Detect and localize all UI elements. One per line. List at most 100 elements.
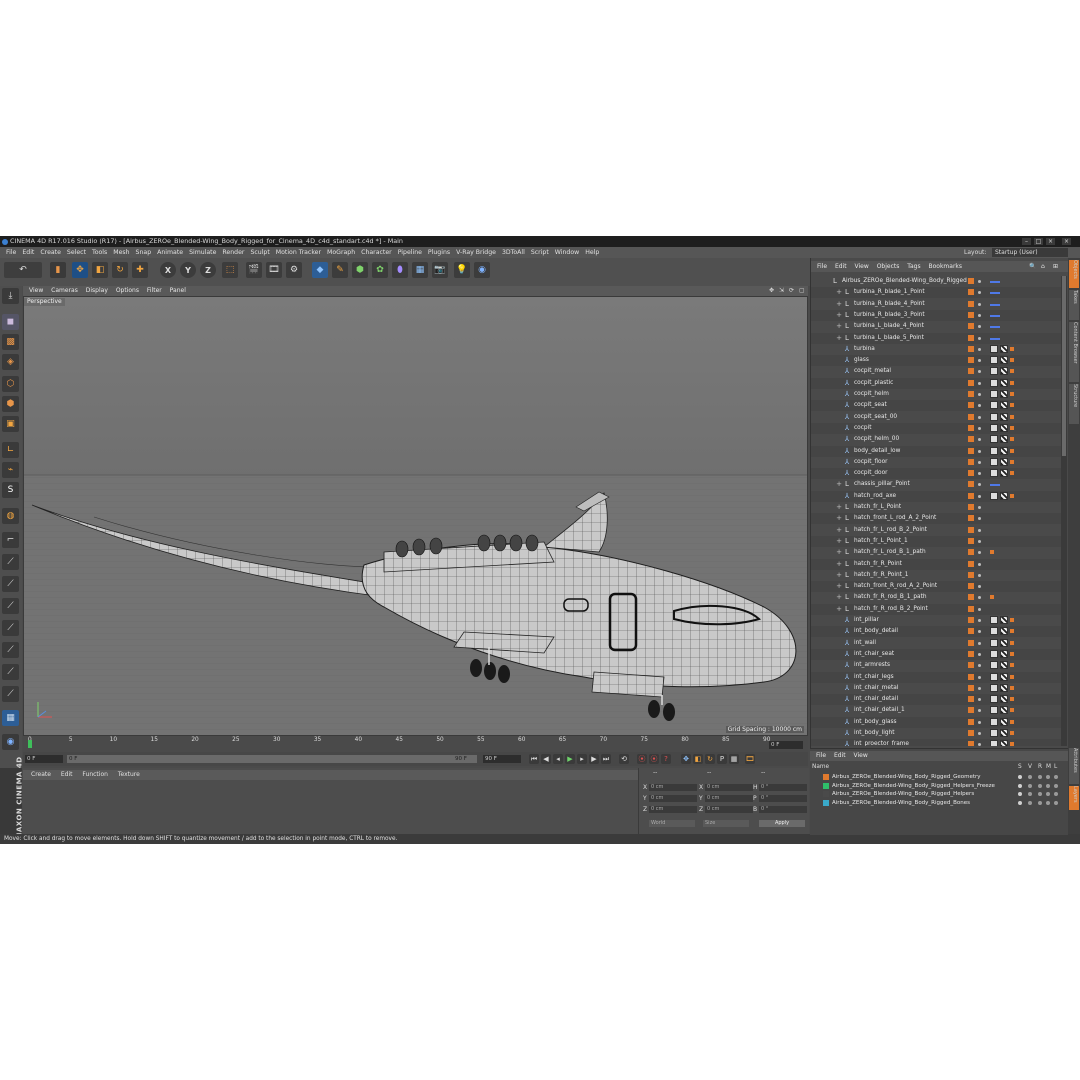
key-parameter-button[interactable]: P: [717, 754, 727, 764]
selection-tag-icon[interactable]: [1010, 719, 1014, 724]
layer-color-swatch[interactable]: [968, 537, 974, 544]
material-tag-icon[interactable]: [990, 616, 998, 624]
bevel-button[interactable]: ⟋: [2, 620, 19, 636]
layer-color-swatch[interactable]: [968, 741, 974, 746]
layer-color-swatch[interactable]: [968, 492, 974, 499]
rotate-tool-button[interactable]: ↻: [112, 262, 128, 278]
coordinate-system-button[interactable]: ⬚: [222, 262, 238, 278]
end-frame-field[interactable]: 90 F: [483, 755, 521, 763]
material-tag-icon[interactable]: [990, 469, 998, 478]
visibility-dot-icon[interactable]: [978, 698, 981, 702]
close-button[interactable]: ×: [1046, 238, 1055, 245]
visibility-dot-icon[interactable]: [978, 517, 981, 521]
position-y-field[interactable]: 0 cm: [649, 795, 697, 802]
render-view-button[interactable]: 🎬: [246, 262, 262, 278]
menu-tools[interactable]: Tools: [92, 249, 107, 256]
uvw-tag-icon[interactable]: [1000, 683, 1008, 692]
object-row[interactable]: + Lturbina_R_blade_3_Point: [811, 309, 1061, 321]
object-menu-objects[interactable]: Objects: [877, 263, 900, 270]
material-tag-icon[interactable]: [990, 706, 998, 715]
viewport-zoom-icon[interactable]: ⇲: [779, 286, 784, 296]
maximize-button[interactable]: □: [1034, 238, 1043, 245]
go-to-start-button[interactable]: ⏮: [529, 754, 539, 764]
object-row[interactable]: + Lhatch_fr_R_Point_1: [811, 570, 1061, 581]
layer-color-swatch[interactable]: [968, 583, 974, 590]
material-tag-icon[interactable]: [990, 627, 998, 636]
deformer-button[interactable]: ⬮: [392, 262, 408, 278]
max-frame-slider[interactable]: 90 F: [453, 755, 477, 763]
visibility-dot-icon[interactable]: [978, 630, 981, 634]
layer-toggle-icon[interactable]: [1046, 775, 1050, 779]
viewport-toggle-icon[interactable]: ▢: [799, 286, 805, 296]
expand-icon[interactable]: +: [835, 605, 843, 613]
minimize-button[interactable]: –: [1022, 238, 1031, 245]
constraint-tag-icon[interactable]: [990, 292, 1000, 295]
layer-color-swatch[interactable]: [968, 515, 974, 522]
constraint-tag-icon[interactable]: [990, 484, 1000, 487]
selection-tag-icon[interactable]: [1010, 380, 1014, 385]
layer-color-swatch[interactable]: [823, 799, 829, 806]
extrude-button[interactable]: ⟋: [2, 642, 19, 658]
apply-button[interactable]: Apply: [759, 820, 805, 827]
layer-color-swatch[interactable]: [968, 357, 974, 364]
expand-icon[interactable]: +: [835, 503, 843, 511]
selection-tag-icon[interactable]: [1010, 425, 1014, 430]
size-x-field[interactable]: 0 cm: [705, 784, 753, 791]
cloner-button[interactable]: ✿: [372, 262, 388, 278]
material-tag-icon[interactable]: [990, 401, 998, 410]
selection-tag-icon[interactable]: [1010, 346, 1014, 351]
selection-tag-icon[interactable]: [1010, 742, 1014, 746]
side-tab-takes[interactable]: Takes: [1069, 290, 1079, 320]
layer-color-swatch[interactable]: [968, 628, 974, 635]
knife-button[interactable]: ⟋: [2, 576, 19, 592]
camera-button[interactable]: 📷: [432, 262, 448, 278]
material-menu-function[interactable]: Function: [82, 771, 108, 778]
object-row[interactable]: ⅄ int_body_glass: [811, 716, 1061, 728]
viewport-menu-display[interactable]: Display: [86, 287, 108, 294]
menu-3dtoall[interactable]: 3DToAll: [502, 249, 525, 256]
visibility-dot-icon[interactable]: [978, 720, 981, 724]
visibility-dot-icon[interactable]: [978, 449, 981, 453]
constraint-tag-icon[interactable]: [990, 314, 1000, 317]
min-frame-slider[interactable]: 0 F: [67, 755, 477, 763]
layer-color-swatch[interactable]: [968, 424, 974, 431]
polygons-mode-button[interactable]: ▣: [2, 416, 19, 432]
selection-tag-icon[interactable]: [1010, 493, 1014, 498]
keyframe-selection-button[interactable]: ?: [661, 754, 671, 764]
selection-tag-icon[interactable]: [1010, 651, 1014, 656]
material-tag-icon[interactable]: [990, 649, 998, 658]
grid-floor-button[interactable]: ▦: [2, 710, 19, 726]
cube-primitive-button[interactable]: ◆: [312, 262, 328, 278]
subdivision-surface-button[interactable]: ⬢: [352, 262, 368, 278]
material-tag-icon[interactable]: [990, 729, 998, 737]
object-row[interactable]: ⅄ int_chair_seat: [811, 648, 1061, 660]
next-key-button[interactable]: ▶: [589, 754, 599, 764]
menu-snap[interactable]: Snap: [136, 249, 152, 256]
expand-icon[interactable]: +: [835, 593, 843, 601]
position-x-field[interactable]: 0 cm: [649, 784, 697, 791]
visibility-dot-icon[interactable]: [978, 562, 981, 566]
layer-color-swatch[interactable]: [968, 436, 974, 443]
object-row[interactable]: ⅄ int_proector_frame: [811, 739, 1061, 746]
material-tag-icon[interactable]: [990, 412, 998, 421]
previous-key-button[interactable]: ◀: [541, 754, 551, 764]
selection-tag-icon[interactable]: [1010, 403, 1014, 408]
y-axis-button[interactable]: Y: [180, 262, 196, 278]
object-row[interactable]: + Lhatch_fr_L_Point_1: [811, 535, 1061, 547]
menu-file[interactable]: File: [6, 249, 16, 256]
side-tab-attributes[interactable]: Attributes: [1069, 748, 1079, 784]
window-close-icon[interactable]: ×: [1062, 238, 1071, 245]
size-z-field[interactable]: 0 cm: [705, 806, 753, 813]
play-button[interactable]: ▶: [565, 754, 575, 764]
uvw-tag-icon[interactable]: [1000, 491, 1008, 500]
z-axis-button[interactable]: Z: [200, 262, 216, 278]
render-settings-button[interactable]: ⚙: [286, 262, 302, 278]
visibility-dot-icon[interactable]: [978, 426, 981, 430]
object-row[interactable]: ⅄ turbina: [811, 344, 1061, 355]
layer-color-swatch[interactable]: [968, 560, 974, 567]
material-tag-icon[interactable]: [990, 344, 998, 353]
visibility-dot-icon[interactable]: [978, 280, 981, 283]
make-editable-button[interactable]: ⤓: [2, 288, 19, 304]
layer-toggle-icon[interactable]: [1038, 783, 1042, 788]
menu-create[interactable]: Create: [40, 249, 61, 256]
